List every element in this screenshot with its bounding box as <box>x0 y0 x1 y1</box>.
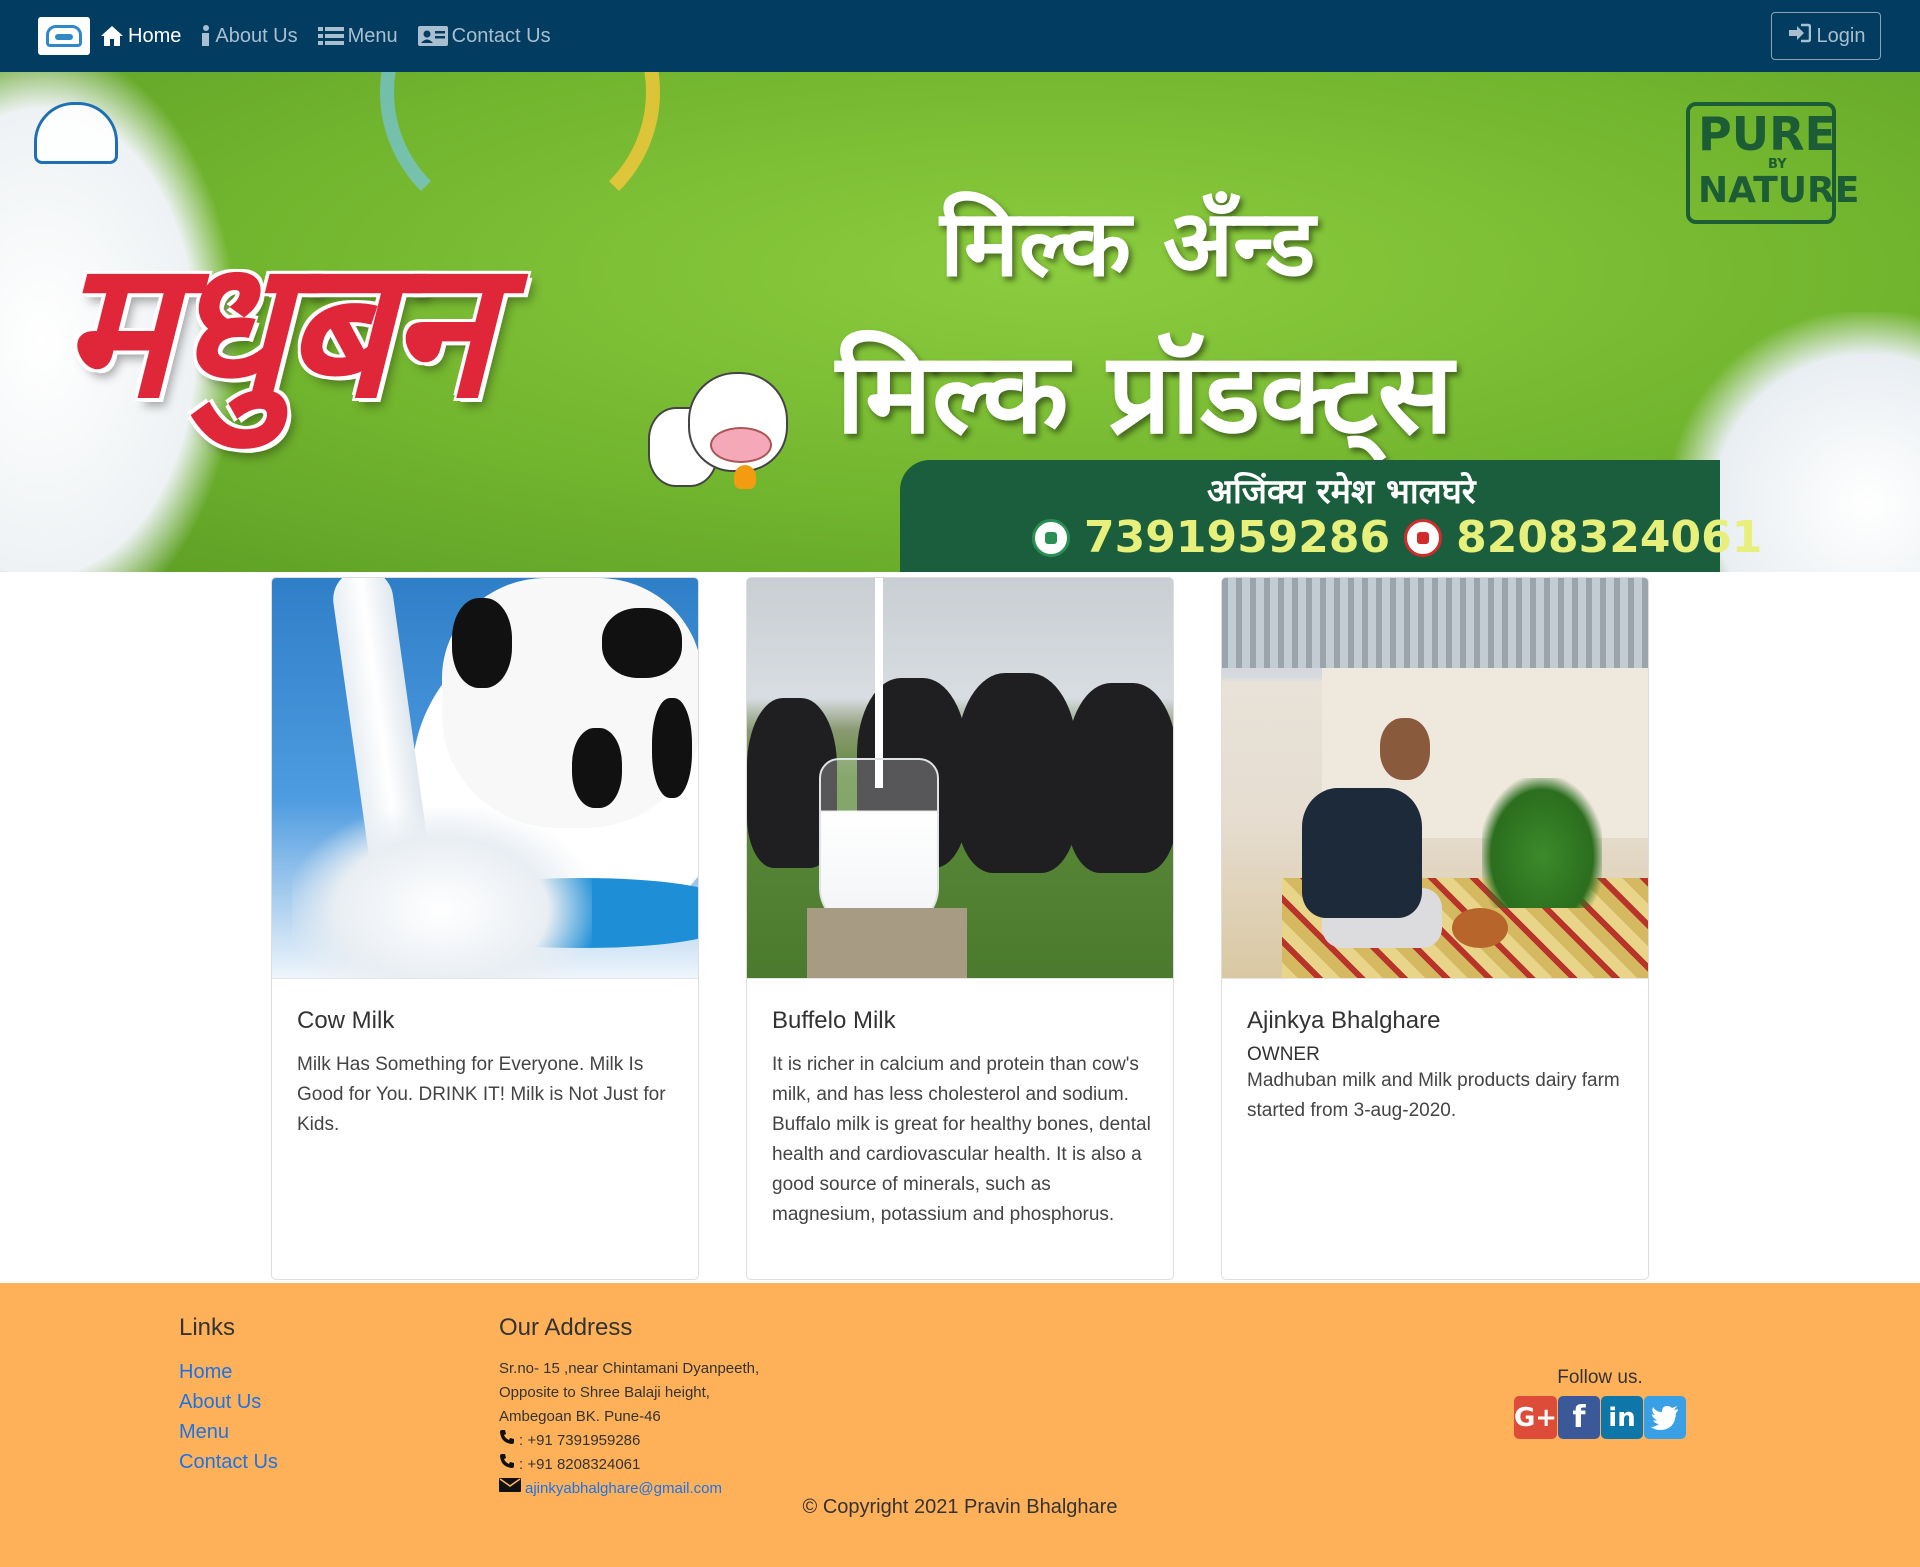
linkedin-icon[interactable]: in <box>1601 1396 1643 1439</box>
card-text: It is richer in calcium and protein than… <box>772 1054 1151 1225</box>
contact-card-icon <box>417 25 448 47</box>
banner-phone-2: 8208324061 <box>1456 512 1763 563</box>
nav-links: Home About Us Menu Contact Us <box>100 0 571 72</box>
card-subtitle: OWNER <box>1247 1044 1320 1065</box>
banner-phone-1: 7391959286 <box>1084 512 1391 563</box>
address-phone-2: : +91 8208324061 <box>499 1453 759 1477</box>
address-line: Sr.no- 15 ,near Chintamani Dyanpeeth, <box>499 1360 760 1377</box>
card-title: Ajinkya Bhalghare <box>1247 1007 1441 1034</box>
badge-line3: NATURE <box>1698 170 1860 211</box>
follow-us-section: Follow us. G+ f in <box>1514 1366 1686 1439</box>
nav-item-home[interactable]: Home <box>100 25 181 48</box>
nav-item-label: Contact Us <box>451 24 551 47</box>
address-line: Opposite to Shree Balaji height, <box>499 1384 710 1401</box>
top-navbar: Home About Us Menu Contact Us Login <box>0 0 1920 72</box>
nav-item-label: About Us <box>215 24 298 47</box>
cow-milk-image <box>272 578 698 979</box>
card-title: Buffelo Milk <box>772 1007 896 1034</box>
follow-label: Follow us. <box>1557 1367 1643 1388</box>
footer-link-about[interactable]: About Us <box>179 1387 278 1417</box>
banner-phones: 7391959286 8208324061 <box>1032 512 1762 563</box>
buffalo-milk-image <box>747 578 1173 979</box>
twitter-icon[interactable] <box>1644 1396 1686 1439</box>
login-button[interactable]: Login <box>1771 12 1881 60</box>
footer-link-menu[interactable]: Menu <box>179 1417 278 1447</box>
sign-in-icon <box>1787 23 1811 49</box>
badge-line1: PURE <box>1698 107 1836 161</box>
footer-address-heading: Our Address <box>499 1314 633 1341</box>
google-plus-icon[interactable]: G+ <box>1514 1396 1557 1439</box>
nav-item-contact[interactable]: Contact Us <box>417 24 551 48</box>
address-phone-1: : +91 7391959286 <box>499 1429 759 1453</box>
address-line: Ambegoan BK. Pune-46 <box>499 1408 661 1425</box>
nav-item-menu[interactable]: Menu <box>317 24 398 48</box>
cartoon-cow-icon <box>648 367 798 489</box>
banner-brand-name: मधुबन <box>60 217 492 440</box>
card-text: Madhuban milk and Milk products dairy fa… <box>1247 1070 1620 1121</box>
card-buffelo-milk: Buffelo Milk It is richer in calcium and… <box>746 577 1174 1280</box>
whatsapp-icon <box>1032 518 1070 557</box>
address-phone-text: : +91 8208324061 <box>519 1456 641 1473</box>
copyright: © Copyright 2021 Pravin Bhalghare <box>802 1496 1118 1518</box>
brand-logo[interactable] <box>38 17 90 55</box>
list-icon <box>317 25 344 47</box>
phone-icon <box>1404 518 1443 557</box>
footer-address-column: Our Address Sr.no- 15 ,near Chintamani D… <box>499 1313 759 1501</box>
phone-icon <box>499 1429 515 1453</box>
card-title: Cow Milk <box>297 1007 395 1034</box>
home-icon <box>100 25 124 47</box>
owner-photo <box>1222 578 1648 979</box>
card-text: Milk Has Something for Everyone. Milk Is… <box>297 1054 666 1135</box>
address-phone-text: : +91 7391959286 <box>519 1432 641 1449</box>
nav-item-about[interactable]: About Us <box>201 24 298 48</box>
card-owner: Ajinkya Bhalghare OWNER Madhuban milk an… <box>1221 577 1649 1280</box>
facebook-icon[interactable]: f <box>1558 1396 1600 1439</box>
phone-icon <box>499 1453 515 1477</box>
nav-item-label: Menu <box>347 24 398 47</box>
banner-title-line2: मिल्क प्रॉडक्ट्स <box>836 329 1454 459</box>
footer-links-heading: Links <box>179 1314 236 1341</box>
hero-banner: मधुबन मिल्क अँन्ड मिल्क प्रॉडक्ट्स PURE … <box>0 72 1920 572</box>
footer: Links Home About Us Menu Contact Us Our … <box>0 1283 1920 1567</box>
social-icons: G+ f in <box>1514 1396 1686 1439</box>
banner-owner-name: अजिंक्य रमेश भालघरे <box>1207 472 1476 512</box>
footer-link-home[interactable]: Home <box>179 1357 278 1387</box>
card-cow-milk: Cow Milk Milk Has Something for Everyone… <box>271 577 699 1280</box>
info-icon <box>201 25 211 47</box>
footer-links-column: Links Home About Us Menu Contact Us <box>179 1313 278 1477</box>
banner-title-line1: मिल्क अँन्ड <box>940 190 1316 297</box>
footer-link-contact[interactable]: Contact Us <box>179 1447 278 1477</box>
nav-item-label: Home <box>128 24 182 47</box>
dairy-logo-icon <box>46 25 82 47</box>
login-label: Login <box>1816 24 1866 47</box>
pure-by-nature-badge: PURE BY NATURE <box>1686 102 1860 224</box>
